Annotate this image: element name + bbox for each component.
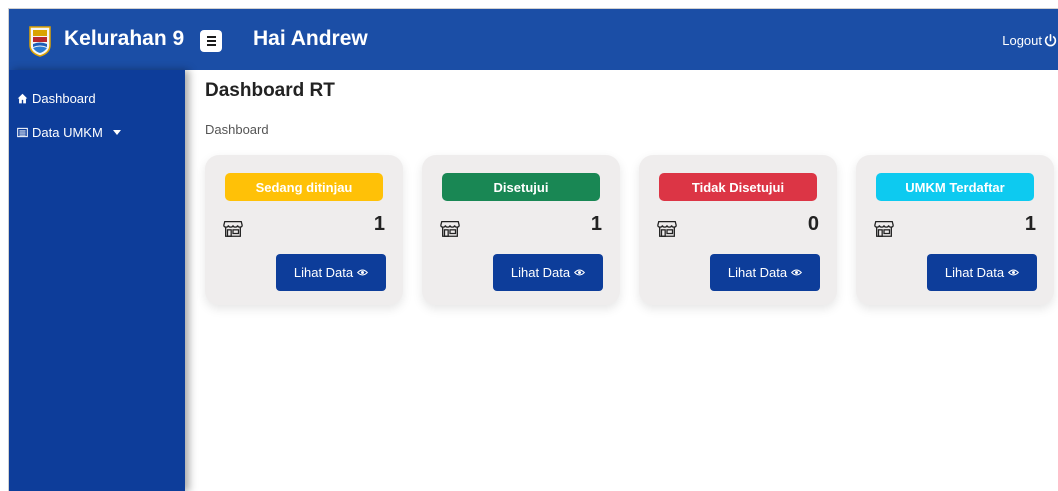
sidebar-item-label: Data UMKM — [32, 125, 103, 140]
top-navbar: Kelurahan 9 Hai Andrew Logout — [9, 9, 1058, 70]
store-icon — [223, 220, 243, 237]
sidebar-item-data-umkm[interactable]: Data UMKM — [17, 125, 121, 140]
status-badge: Sedang ditinjau — [225, 173, 383, 201]
list-icon — [17, 127, 28, 138]
caret-down-icon — [112, 130, 121, 135]
button-label: Lihat Data — [293, 265, 354, 280]
power-icon — [1044, 34, 1057, 47]
card-count: 1 — [1024, 213, 1036, 235]
status-badge: Disetujui — [442, 173, 600, 201]
eye-icon — [791, 269, 803, 276]
lihat-data-button[interactable]: Lihat Data — [493, 254, 603, 291]
button-label: Lihat Data — [510, 265, 571, 280]
lihat-data-button[interactable]: Lihat Data — [276, 254, 386, 291]
lihat-data-button[interactable]: Lihat Data — [710, 254, 820, 291]
eye-icon — [574, 269, 586, 276]
eye-icon — [1008, 269, 1020, 276]
logout-button[interactable]: Logout — [1002, 33, 1057, 48]
card-count: 1 — [373, 213, 385, 235]
menu-toggle-button[interactable] — [200, 30, 222, 52]
home-icon — [17, 93, 28, 104]
button-label: Lihat Data — [944, 265, 1005, 280]
sidebar-item-dashboard[interactable]: Dashboard — [17, 91, 96, 106]
eye-icon — [357, 269, 369, 276]
status-card-disetujui: Disetujui 1 Lihat Data — [422, 155, 620, 305]
status-badge: Tidak Disetujui — [659, 173, 817, 201]
main-content: Dashboard RT Dashboard Sedang ditinjau 1… — [185, 70, 1058, 491]
greeting-text: Hai Andrew — [253, 27, 368, 50]
status-card-umkm-terdaftar: UMKM Terdaftar 1 Lihat Data — [856, 155, 1054, 305]
button-label: Lihat Data — [727, 265, 788, 280]
kelurahan-logo-icon — [29, 26, 51, 57]
breadcrumb: Dashboard — [205, 122, 269, 137]
card-count: 1 — [590, 213, 602, 235]
logout-label: Logout — [1002, 33, 1042, 48]
store-icon — [440, 220, 460, 237]
status-card-tidak-disetujui: Tidak Disetujui 0 Lihat Data — [639, 155, 837, 305]
store-icon — [657, 220, 677, 237]
sidebar-item-label: Dashboard — [32, 91, 96, 106]
brand-name: Kelurahan 9 — [64, 27, 185, 50]
lihat-data-button[interactable]: Lihat Data — [927, 254, 1037, 291]
hamburger-icon-line — [206, 40, 216, 42]
brand[interactable]: Kelurahan 9 — [9, 9, 196, 70]
store-icon — [874, 220, 894, 237]
status-badge: UMKM Terdaftar — [876, 173, 1034, 201]
hamburger-icon-line — [206, 44, 216, 46]
sidebar: Dashboard Data UMKM — [9, 70, 185, 491]
card-count: 0 — [807, 213, 819, 235]
status-card-sedang-ditinjau: Sedang ditinjau 1 Lihat Data — [205, 155, 403, 305]
page-title: Dashboard RT — [205, 80, 335, 101]
hamburger-icon-line — [206, 36, 216, 38]
app-window: Kelurahan 9 Hai Andrew Logout Dashboard — [8, 8, 1058, 491]
